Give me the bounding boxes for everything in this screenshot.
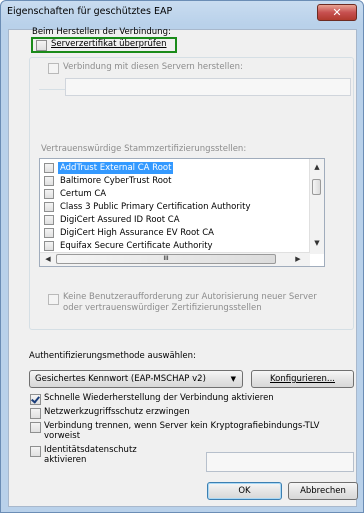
- cancel-button[interactable]: Abbrechen: [288, 482, 358, 500]
- title-bar[interactable]: Eigenschaften für geschütztes EAP ✕: [1, 1, 363, 25]
- chevron-down-icon: ▼: [230, 375, 236, 383]
- dialog-window: Eigenschaften für geschütztes EAP ✕ Beim…: [0, 0, 364, 513]
- auth-method-value: Gesichertes Kennwort (EAP-MSCHAP v2): [35, 374, 206, 384]
- connect-groupbox: [29, 57, 354, 330]
- fast-reconnect-label: Schnelle Wiederherstellung der Verbindun…: [44, 393, 274, 403]
- identity-privacy-checkbox[interactable]: [30, 446, 41, 457]
- disconnect-tlv-checkbox[interactable]: [30, 422, 41, 433]
- ok-button[interactable]: OK: [207, 482, 282, 500]
- configure-button[interactable]: Konfigurieren...: [251, 370, 354, 388]
- disconnect-tlv-label: Verbindung trennen, wenn Server kein Kry…: [44, 421, 320, 441]
- auth-method-select[interactable]: Gesichertes Kennwort (EAP-MSCHAP v2) ▼: [29, 370, 243, 388]
- connect-heading: Beim Herstellen der Verbindung:: [32, 27, 171, 37]
- identity-privacy-label: Identitätsdatenschutz aktivieren: [44, 445, 137, 465]
- verify-cert-checkbox[interactable]: [36, 40, 47, 51]
- nap-label: Netzwerkzugriffsschutz erzwingen: [44, 407, 190, 417]
- window-title: Eigenschaften für geschütztes EAP: [7, 6, 173, 17]
- fast-reconnect-checkbox[interactable]: [30, 394, 41, 405]
- verify-cert-label: Serverzertifikat überprüfen: [51, 39, 167, 49]
- identity-input[interactable]: [206, 452, 354, 472]
- nap-checkbox[interactable]: [30, 408, 41, 419]
- close-button[interactable]: ✕: [317, 4, 357, 21]
- auth-heading: Authentifizierungsmethode auswählen:: [29, 351, 196, 361]
- close-icon: ✕: [332, 6, 342, 19]
